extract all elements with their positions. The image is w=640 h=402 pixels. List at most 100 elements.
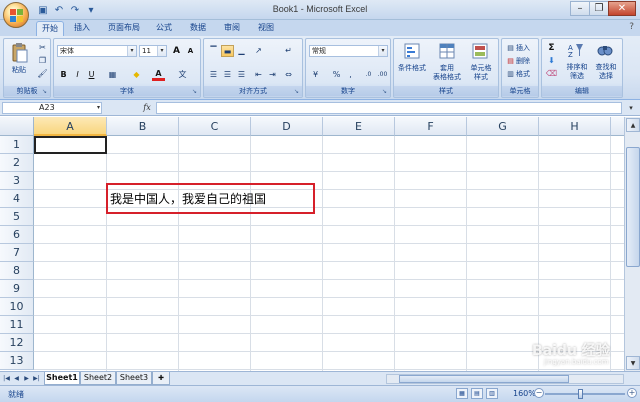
column-header-d[interactable]: D [251,117,323,136]
row-header-4[interactable]: 4 [0,190,34,208]
grow-font-button[interactable]: A [170,45,183,57]
column-header-i[interactable] [611,117,624,136]
insert-cells-button[interactable]: 插入 [516,44,530,53]
sheet-tab-3[interactable]: Sheet3 [116,372,152,385]
row-header-2[interactable]: 2 [0,154,34,172]
horizontal-scrollbar[interactable] [386,374,624,384]
autosum-button[interactable]: Σ [545,42,558,54]
insert-sheet-icon[interactable]: ✚ [152,372,170,385]
sort-filter-button[interactable]: 排序和 筛选 [564,63,590,81]
name-box[interactable]: A23 ▾ [2,102,102,114]
wrap-text-icon[interactable]: ↵ [282,45,295,57]
worksheet-grid[interactable]: A B C D E F G H 1 2 3 4 5 6 7 8 9 10 11 … [0,117,624,371]
align-middle-icon[interactable]: ▬ [221,45,234,57]
first-sheet-icon[interactable]: |◀ [2,374,11,384]
zoom-out-icon[interactable]: − [534,388,544,398]
help-icon[interactable]: ? [629,22,634,32]
next-sheet-icon[interactable]: ▶ [22,374,31,384]
column-header-g[interactable]: G [467,117,539,136]
active-cell[interactable] [34,136,107,154]
scroll-down-icon[interactable]: ▼ [626,356,640,370]
currency-icon[interactable]: ¥ [309,69,322,81]
decrease-decimal-icon[interactable]: .00 [376,69,389,81]
fill-icon[interactable]: ⬇ [545,55,558,67]
alignment-launcher-icon[interactable]: ↘ [294,89,300,95]
column-header-b[interactable]: B [107,117,179,136]
align-right-icon[interactable]: ☰ [235,69,248,81]
column-header-c[interactable]: C [179,117,251,136]
row-header-7[interactable]: 7 [0,244,34,262]
bold-button[interactable]: B [57,69,70,81]
orientation-icon[interactable]: ↗ [252,45,265,57]
cell-styles-button[interactable]: 单元格 样式 [464,64,498,82]
format-as-table-button[interactable]: 套用 表格格式 [428,64,466,82]
phonetic-icon[interactable]: 文 [176,69,189,81]
tab-home[interactable]: 开始 [36,21,64,36]
conditional-format-button[interactable]: 条件格式 [394,64,430,73]
percent-button[interactable]: % [330,69,343,81]
row-header-1[interactable]: 1 [0,136,34,154]
prev-sheet-icon[interactable]: ◀ [12,374,21,384]
number-format-select[interactable]: 常规 ▾ [309,45,388,57]
align-bottom-icon[interactable]: ▁ [235,45,248,57]
decrease-indent-icon[interactable]: ⇤ [252,69,265,81]
sheet-tab-2[interactable]: Sheet2 [80,372,116,385]
font-size-select[interactable]: 11 ▾ [139,45,167,57]
restore-button[interactable]: ❐ [589,1,609,16]
row-header-6[interactable]: 6 [0,226,34,244]
align-left-icon[interactable]: ☰ [207,69,220,81]
paste-icon[interactable] [10,43,28,63]
zoom-slider[interactable] [545,393,625,395]
tab-formulas[interactable]: 公式 [150,21,178,36]
column-header-h[interactable]: H [539,117,611,136]
tab-data[interactable]: 数据 [184,21,212,36]
align-top-icon[interactable]: ▔ [207,45,220,57]
page-break-view-icon[interactable]: ▥ [486,388,498,399]
zoom-slider-knob[interactable] [578,389,583,399]
copy-icon[interactable]: ❐ [36,55,49,67]
cut-icon[interactable]: ✂ [36,42,49,54]
tab-review[interactable]: 审阅 [218,21,246,36]
find-select-button[interactable]: 查找和 选择 [592,63,620,81]
paste-button[interactable]: 粘贴 [8,66,30,75]
shrink-font-button[interactable]: A [184,45,197,57]
font-color-button[interactable]: A [152,69,165,81]
name-box-dropdown-icon[interactable]: ▾ [97,103,100,113]
sort-filter-icon[interactable]: AZ [568,42,584,59]
minimize-button[interactable]: – [570,1,590,16]
border-icon[interactable]: ▦ [106,69,119,81]
conditional-format-icon[interactable] [404,43,420,59]
zoom-level[interactable]: 160% [513,389,536,398]
last-sheet-icon[interactable]: ▶| [32,374,41,384]
column-header-a[interactable]: A [34,117,107,136]
font-name-select[interactable]: 宋体 ▾ [57,45,137,57]
row-header-5[interactable]: 5 [0,208,34,226]
increase-decimal-icon[interactable]: .0 [362,69,375,81]
row-header-3[interactable]: 3 [0,172,34,190]
find-select-icon[interactable] [597,42,613,58]
number-launcher-icon[interactable]: ↘ [382,89,388,95]
italic-button[interactable]: I [71,69,84,81]
vertical-scrollbar[interactable]: ▲ ▼ [624,117,640,371]
delete-cells-button[interactable]: 删除 [516,57,530,66]
row-header-12[interactable]: 12 [0,334,34,352]
fill-color-icon[interactable]: ◆ [130,69,143,81]
tab-view[interactable]: 视图 [252,21,280,36]
merge-center-icon[interactable]: ⇔ [282,69,295,81]
formula-input[interactable] [156,102,622,114]
row-header-13[interactable]: 13 [0,352,34,370]
select-all-corner[interactable] [0,117,34,136]
format-painter-icon[interactable]: 🖌 [36,68,49,80]
comma-button[interactable]: , [344,69,357,81]
column-header-f[interactable]: F [395,117,467,136]
row-header-11[interactable]: 11 [0,316,34,334]
sheet-tab-1[interactable]: Sheet1 [44,372,80,385]
increase-indent-icon[interactable]: ⇥ [266,69,279,81]
row-header-9[interactable]: 9 [0,280,34,298]
clear-icon[interactable]: ⌫ [545,68,558,80]
tab-insert[interactable]: 插入 [68,21,96,36]
format-as-table-icon[interactable] [439,43,455,59]
cell-styles-icon[interactable] [472,43,488,59]
zoom-in-icon[interactable]: + [627,388,637,398]
insert-function-button[interactable]: fx [140,102,154,114]
